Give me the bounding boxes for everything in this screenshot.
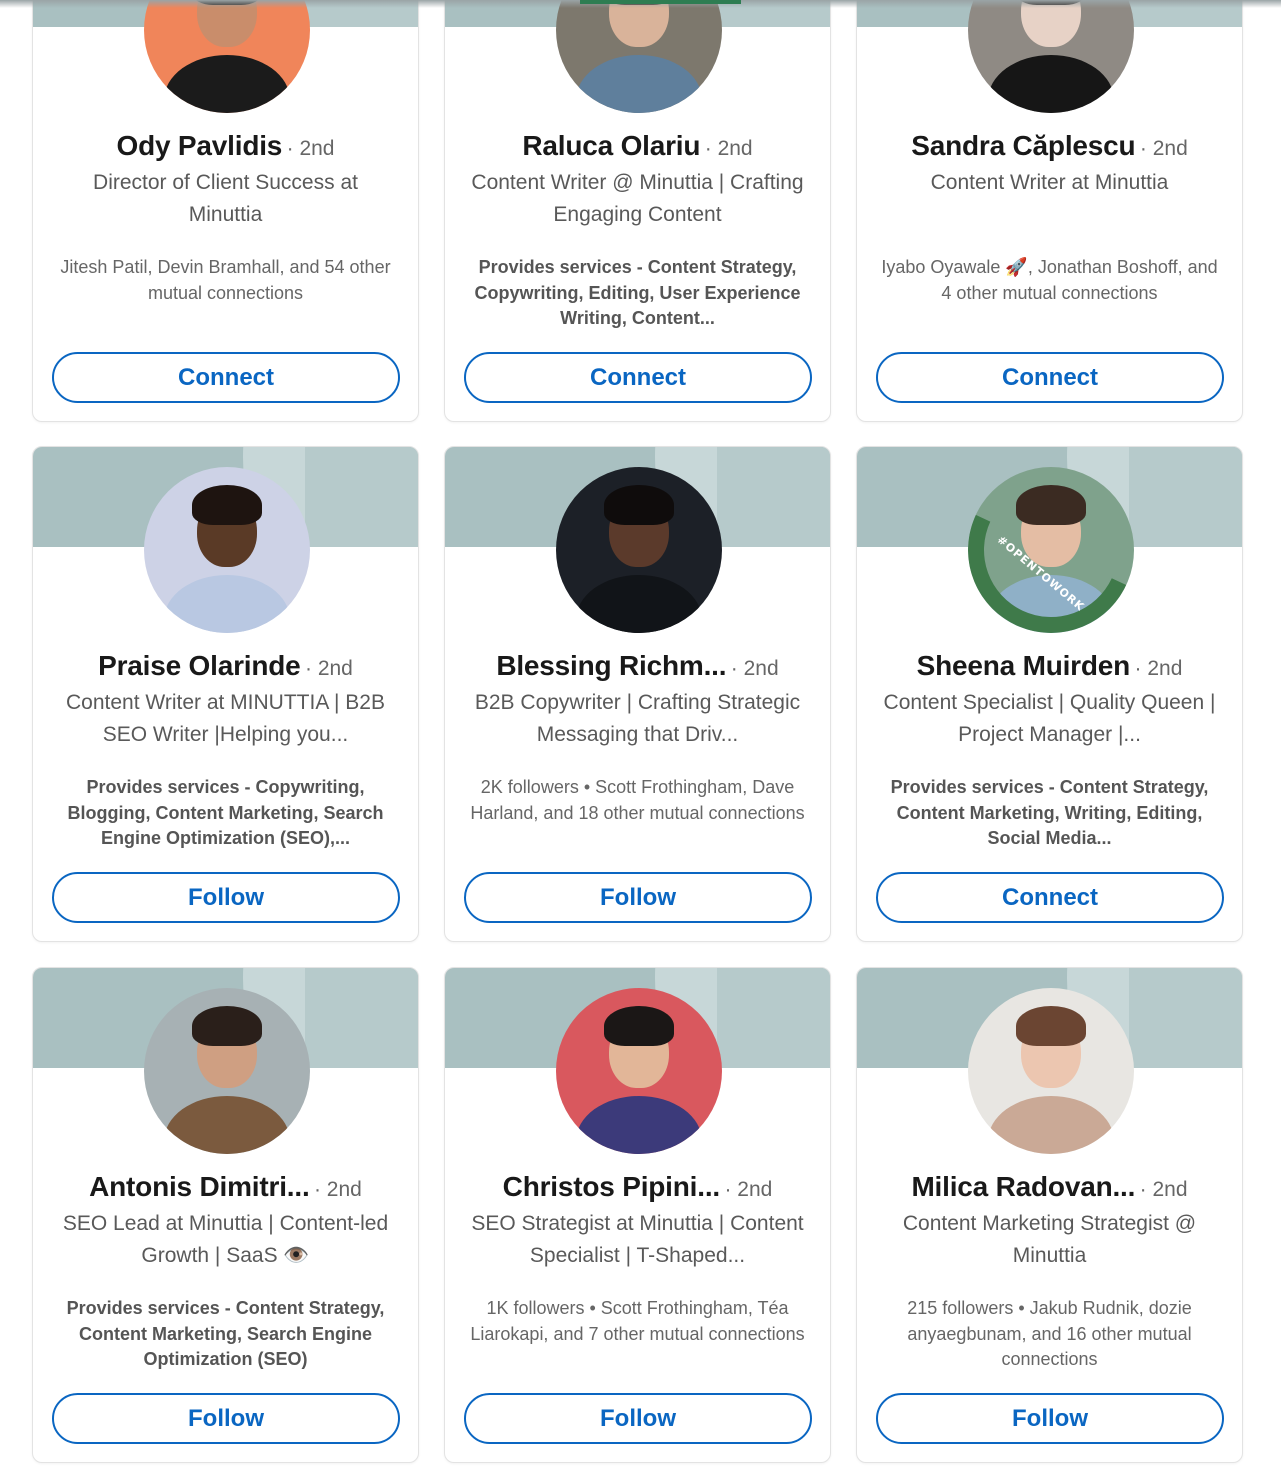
provided-services: Provides services - Content Strategy, Co… <box>474 257 801 329</box>
connection-degree: · 2nd <box>704 137 753 160</box>
name-line: Blessing Richm... · 2nd <box>445 650 830 682</box>
person-card[interactable]: Milica Radovan... · 2nd Content Marketin… <box>856 967 1243 1463</box>
person-headline: Content Specialist | Quality Queen | Pro… <box>883 691 1216 746</box>
person-headline: Content Writer at Minuttia <box>930 171 1169 194</box>
name-line: Sheena Muirden · 2nd <box>857 650 1242 682</box>
avatar[interactable] <box>968 0 1134 113</box>
name-line: Ody Pavlidis · 2nd <box>33 130 418 162</box>
name-line: Praise Olarinde · 2nd <box>33 650 418 682</box>
connect-button[interactable]: Connect <box>52 352 400 403</box>
person-headline: Content Writer at MINUTTIA | B2B SEO Wri… <box>66 691 385 746</box>
person-card[interactable]: Praise Olarinde · 2nd Content Writer at … <box>32 446 419 942</box>
person-headline: B2B Copywriter | Crafting Strategic Mess… <box>474 691 801 746</box>
person-headline: SEO Lead at Minuttia | Content-led Growt… <box>62 1212 389 1267</box>
avatar[interactable] <box>144 467 310 633</box>
person-headline: Content Writer @ Minuttia | Crafting Eng… <box>471 171 804 226</box>
connection-degree: · 2nd <box>730 657 779 680</box>
followers-and-mutuals: 1K followers • Scott Frothingham, Téa Li… <box>470 1298 805 1344</box>
person-name[interactable]: Raluca Olariu <box>522 130 700 161</box>
avatar[interactable] <box>556 988 722 1154</box>
follow-button[interactable]: Follow <box>52 1393 400 1444</box>
mutual-connections: Jitesh Patil, Devin Bramhall, and 54 oth… <box>60 257 391 303</box>
person-name[interactable]: Ody Pavlidis <box>117 130 283 161</box>
person-name[interactable]: Sandra Căplescu <box>911 130 1135 161</box>
person-name[interactable]: Christos Pipini... <box>503 1171 721 1202</box>
connect-button[interactable]: Connect <box>876 352 1224 403</box>
followers-and-mutuals: 2K followers • Scott Frothingham, Dave H… <box>470 777 805 823</box>
person-card[interactable]: Christos Pipini... · 2nd SEO Strategist … <box>444 967 831 1463</box>
person-card[interactable]: Ody Pavlidis · 2nd Director of Client Su… <box>32 0 419 422</box>
provided-services: Provides services - Content Strategy, Co… <box>890 777 1209 849</box>
person-card[interactable]: Sandra Căplescu · 2nd Content Writer at … <box>856 0 1243 422</box>
connection-degree: · 2nd <box>1134 657 1183 680</box>
follow-button[interactable]: Follow <box>464 1393 812 1444</box>
person-headline: Director of Client Success at Minuttia <box>93 171 358 226</box>
people-grid: Ody Pavlidis · 2nd Director of Client Su… <box>0 0 1281 1475</box>
avatar[interactable] <box>556 467 722 633</box>
avatar[interactable] <box>556 0 722 113</box>
active-tab-indicator <box>580 0 741 4</box>
person-card[interactable]: #OPENTOWORK Sheena Muirden · 2nd Content… <box>856 446 1243 942</box>
name-line: Christos Pipini... · 2nd <box>445 1171 830 1203</box>
avatar[interactable]: #OPENTOWORK <box>968 467 1134 633</box>
open-to-work-ring <box>968 467 1134 633</box>
follow-button[interactable]: Follow <box>876 1393 1224 1444</box>
name-line: Antonis Dimitri... · 2nd <box>33 1171 418 1203</box>
followers-and-mutuals: 215 followers • Jakub Rudnik, dozie anya… <box>907 1298 1192 1370</box>
name-line: Sandra Căplescu · 2nd <box>857 130 1242 162</box>
connection-degree: · 2nd <box>1139 1178 1188 1201</box>
connection-degree: · 2nd <box>1139 137 1188 160</box>
follow-button[interactable]: Follow <box>464 872 812 923</box>
connection-degree: · 2nd <box>305 657 353 680</box>
person-card[interactable]: Raluca Olariu · 2nd Content Writer @ Min… <box>444 0 831 422</box>
person-name[interactable]: Milica Radovan... <box>911 1171 1135 1202</box>
name-line: Milica Radovan... · 2nd <box>857 1171 1242 1203</box>
person-headline: Content Marketing Strategist @ Minuttia <box>902 1212 1197 1267</box>
mutual-connections: Iyabo Oyawale 🚀, Jonathan Boshoff, and 4… <box>881 257 1218 303</box>
person-card[interactable]: Antonis Dimitri... · 2nd SEO Lead at Min… <box>32 967 419 1463</box>
person-card[interactable]: Blessing Richm... · 2nd B2B Copywriter |… <box>444 446 831 942</box>
provided-services: Provides services - Content Strategy, Co… <box>66 1298 385 1370</box>
person-name[interactable]: Blessing Richm... <box>496 650 726 681</box>
connection-degree: · 2nd <box>724 1178 773 1201</box>
person-name[interactable]: Sheena Muirden <box>917 650 1131 681</box>
person-headline: SEO Strategist at Minuttia | Content Spe… <box>471 1212 804 1267</box>
avatar[interactable] <box>968 988 1134 1154</box>
connection-degree: · 2nd <box>286 137 335 160</box>
avatar[interactable] <box>144 0 310 113</box>
provided-services: Provides services - Copywriting, Bloggin… <box>67 777 384 849</box>
connection-degree: · 2nd <box>313 1178 362 1201</box>
connect-button[interactable]: Connect <box>876 872 1224 923</box>
connect-button[interactable]: Connect <box>464 352 812 403</box>
follow-button[interactable]: Follow <box>52 872 400 923</box>
person-name[interactable]: Praise Olarinde <box>98 650 301 681</box>
person-name[interactable]: Antonis Dimitri... <box>89 1171 310 1202</box>
avatar[interactable] <box>144 988 310 1154</box>
name-line: Raluca Olariu · 2nd <box>445 130 830 162</box>
